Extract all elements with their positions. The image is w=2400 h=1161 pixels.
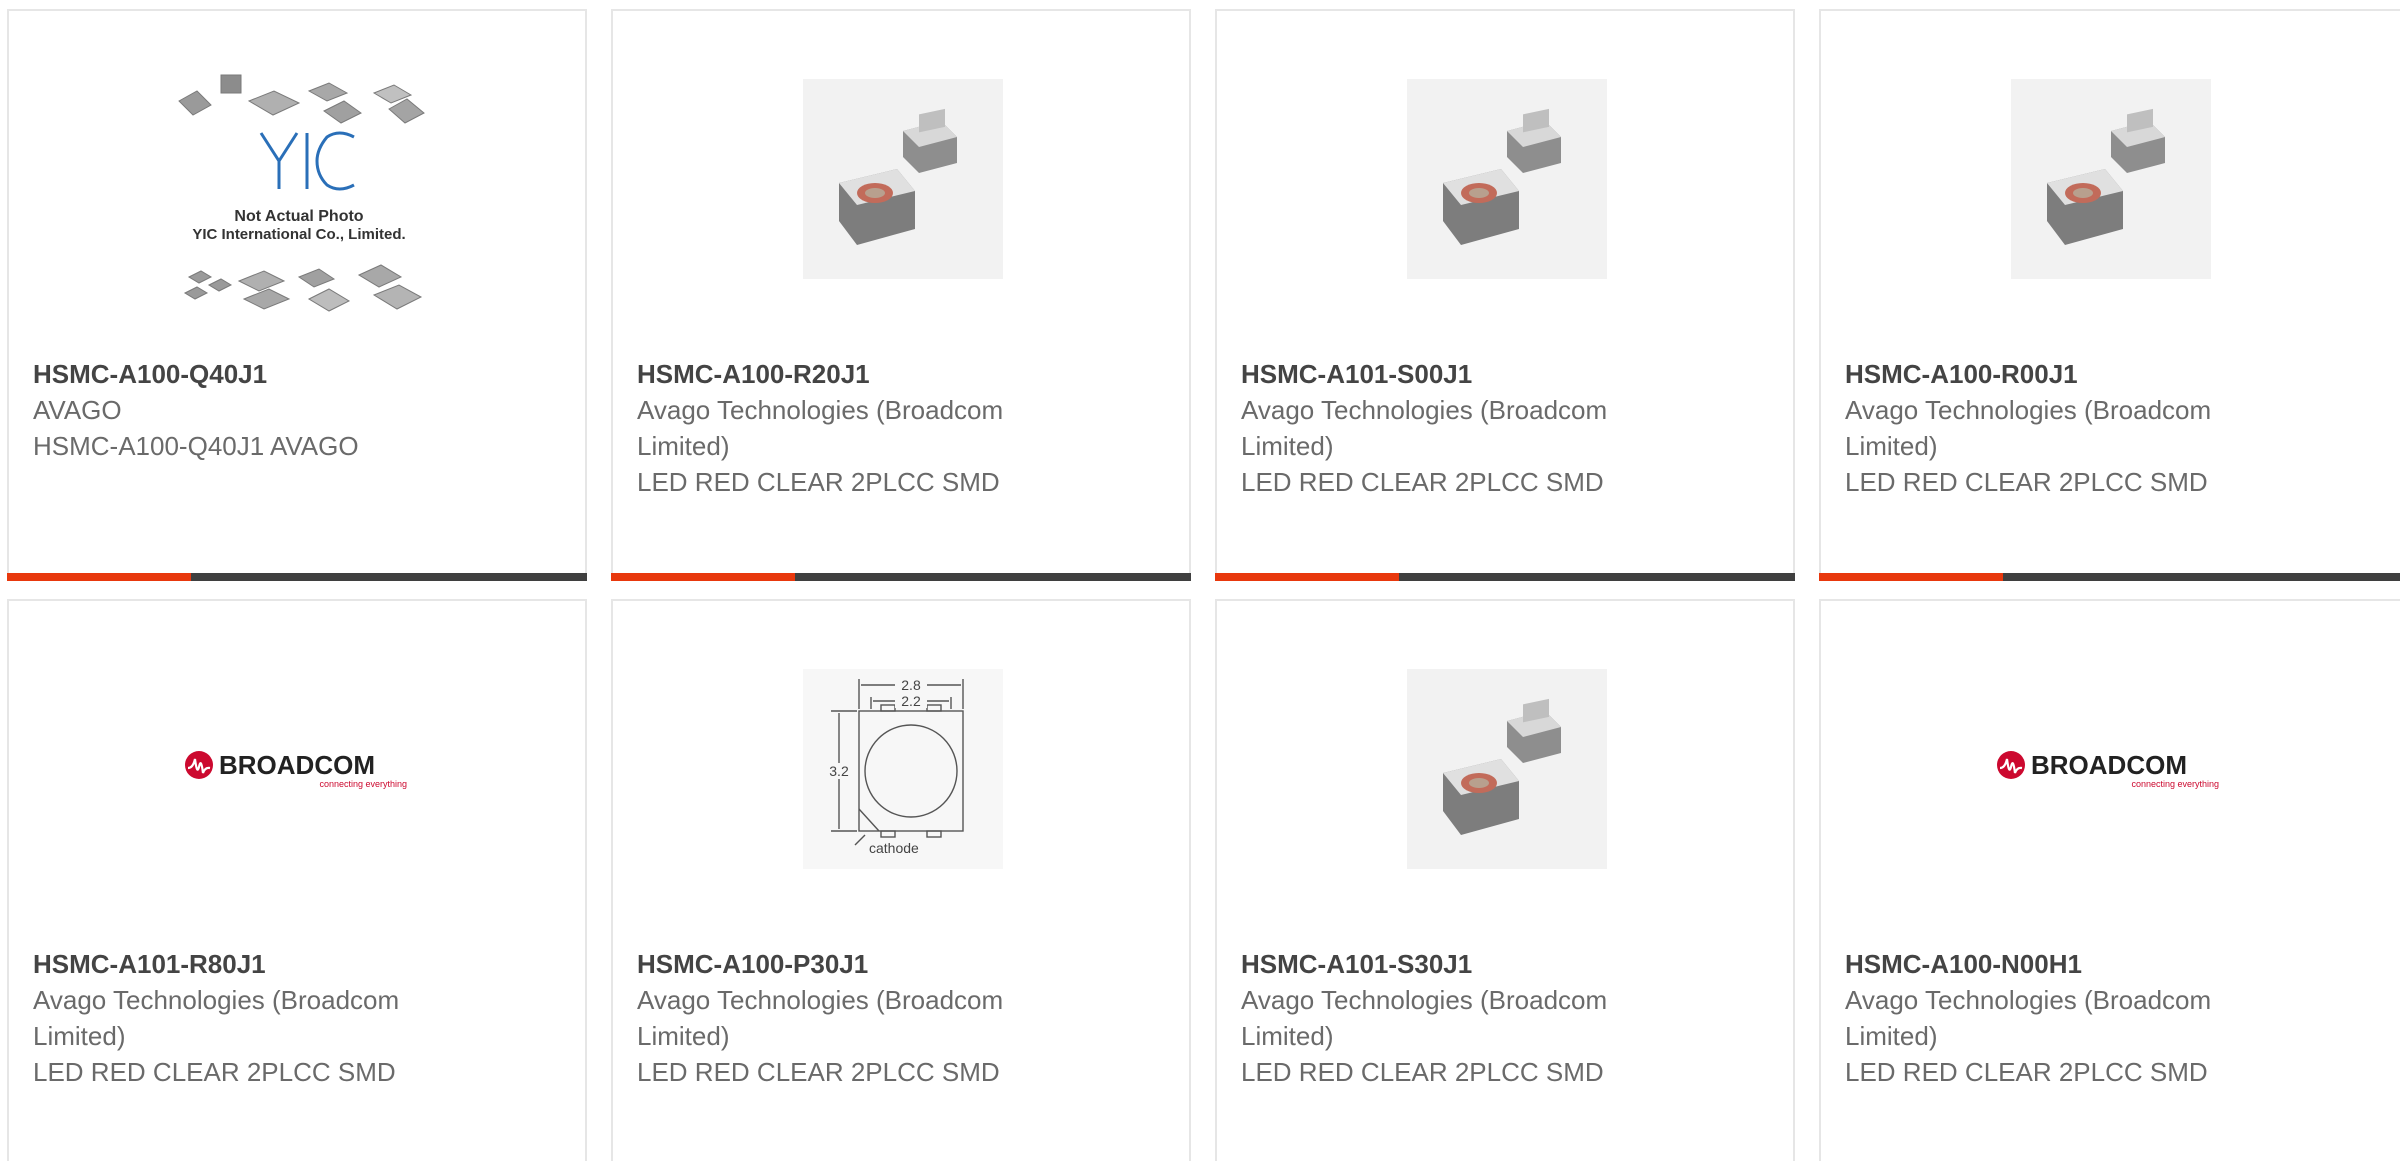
- product-card[interactable]: Not Actual Photo YIC International Co., …: [7, 9, 587, 581]
- product-info: HSMC-A100-N00H1 Avago Technologies (Broa…: [1845, 946, 2365, 1090]
- broadcom-logo-icon: BROADCOM connecting everything: [185, 750, 407, 789]
- led-photo-icon: [2011, 79, 2211, 279]
- card-accent: [611, 573, 795, 581]
- product-card[interactable]: HSMC-A100-R20J1 Avago Technologies (Broa…: [611, 9, 1191, 581]
- manufacturer: Avago Technologies (Broadcom Limited): [1241, 395, 1608, 461]
- manufacturer: AVAGO: [33, 395, 122, 425]
- product-card[interactable]: 2.8 2.2 3.2 cathode HSMC-A100-P30J1 Avag…: [611, 599, 1191, 1161]
- product-info: HSMC-A100-Q40J1 AVAGO HSMC-A100-Q40J1 AV…: [33, 356, 553, 464]
- card-bottom-bar: [7, 573, 587, 581]
- part-number[interactable]: HSMC-A101-R80J1: [33, 946, 553, 982]
- svg-text:2.2: 2.2: [901, 693, 921, 709]
- dimension-drawing-icon: 2.8 2.2 3.2 cathode: [803, 669, 1003, 869]
- led-photo-icon: [803, 79, 1003, 279]
- svg-text:BROADCOM: BROADCOM: [2031, 750, 2187, 780]
- product-image[interactable]: [2011, 79, 2211, 279]
- part-number[interactable]: HSMC-A100-P30J1: [637, 946, 1157, 982]
- card-accent: [7, 573, 191, 581]
- product-card[interactable]: HSMC-A100-R00J1 Avago Technologies (Broa…: [1819, 9, 2400, 581]
- led-photo-icon: [1407, 79, 1607, 279]
- part-number[interactable]: HSMC-A101-S30J1: [1241, 946, 1761, 982]
- part-number[interactable]: HSMC-A100-N00H1: [1845, 946, 2365, 982]
- product-card[interactable]: HSMC-A101-S30J1 Avago Technologies (Broa…: [1215, 599, 1795, 1161]
- manufacturer: Avago Technologies (Broadcom Limited): [1241, 985, 1608, 1051]
- product-info: HSMC-A100-P30J1 Avago Technologies (Broa…: [637, 946, 1157, 1090]
- product-info: HSMC-A100-R20J1 Avago Technologies (Broa…: [637, 356, 1157, 500]
- manufacturer: Avago Technologies (Broadcom Limited): [637, 395, 1004, 461]
- manufacturer: Avago Technologies (Broadcom Limited): [637, 985, 1004, 1051]
- part-number[interactable]: HSMC-A101-S00J1: [1241, 356, 1761, 392]
- description: LED RED CLEAR 2PLCC SMD: [33, 1057, 396, 1087]
- svg-text:cathode: cathode: [869, 840, 919, 856]
- product-grid: Not Actual Photo YIC International Co., …: [0, 0, 2400, 1161]
- led-photo-icon: [1407, 669, 1607, 869]
- product-info: HSMC-A101-S30J1 Avago Technologies (Broa…: [1241, 946, 1761, 1090]
- description: LED RED CLEAR 2PLCC SMD: [637, 467, 1000, 497]
- description: LED RED CLEAR 2PLCC SMD: [1845, 467, 2208, 497]
- manufacturer: Avago Technologies (Broadcom Limited): [1845, 985, 2212, 1051]
- description: LED RED CLEAR 2PLCC SMD: [1241, 467, 1604, 497]
- card-accent: [1215, 573, 1399, 581]
- manufacturer: Avago Technologies (Broadcom Limited): [1845, 395, 2212, 461]
- svg-text:BROADCOM: BROADCOM: [219, 750, 375, 780]
- part-number[interactable]: HSMC-A100-R20J1: [637, 356, 1157, 392]
- broadcom-logo-icon: BROADCOM connecting everything: [1997, 750, 2219, 789]
- card-bottom-bar: [1819, 573, 2400, 581]
- card-accent: [1819, 573, 2003, 581]
- product-info: HSMC-A101-S00J1 Avago Technologies (Broa…: [1241, 356, 1761, 500]
- description: LED RED CLEAR 2PLCC SMD: [1845, 1057, 2208, 1087]
- product-card[interactable]: HSMC-A101-S00J1 Avago Technologies (Broa…: [1215, 9, 1795, 581]
- part-number[interactable]: HSMC-A100-Q40J1: [33, 356, 553, 392]
- card-bottom-bar: [611, 573, 1191, 581]
- product-image[interactable]: [1407, 79, 1607, 279]
- manufacturer: Avago Technologies (Broadcom Limited): [33, 985, 400, 1051]
- product-info: HSMC-A100-R00J1 Avago Technologies (Broa…: [1845, 356, 2365, 500]
- product-image[interactable]: 2.8 2.2 3.2 cathode: [803, 669, 1003, 869]
- svg-text:connecting everything: connecting everything: [2131, 779, 2219, 789]
- part-number[interactable]: HSMC-A100-R00J1: [1845, 356, 2365, 392]
- svg-text:connecting everything: connecting everything: [319, 779, 407, 789]
- product-image[interactable]: [1407, 669, 1607, 869]
- svg-text:3.2: 3.2: [829, 763, 849, 779]
- product-info: HSMC-A101-R80J1 Avago Technologies (Broa…: [33, 946, 553, 1090]
- description: LED RED CLEAR 2PLCC SMD: [1241, 1057, 1604, 1087]
- description: LED RED CLEAR 2PLCC SMD: [637, 1057, 1000, 1087]
- svg-text:2.8: 2.8: [901, 677, 921, 693]
- svg-text:Not Actual Photo: Not Actual Photo: [234, 208, 363, 225]
- product-card[interactable]: BROADCOM connecting everything HSMC-A101…: [7, 599, 587, 1161]
- product-image[interactable]: Not Actual Photo YIC International Co., …: [149, 71, 449, 331]
- product-image[interactable]: BROADCOM connecting everything: [1991, 741, 2231, 801]
- card-bottom-bar: [1215, 573, 1795, 581]
- chip-placeholder-icon: Not Actual Photo YIC International Co., …: [178, 74, 425, 312]
- description: HSMC-A100-Q40J1 AVAGO: [33, 431, 359, 461]
- product-card[interactable]: BROADCOM connecting everything HSMC-A100…: [1819, 599, 2400, 1161]
- product-image[interactable]: [803, 79, 1003, 279]
- product-image[interactable]: BROADCOM connecting everything: [179, 741, 419, 801]
- svg-text:YIC International Co., Limited: YIC International Co., Limited.: [192, 226, 405, 243]
